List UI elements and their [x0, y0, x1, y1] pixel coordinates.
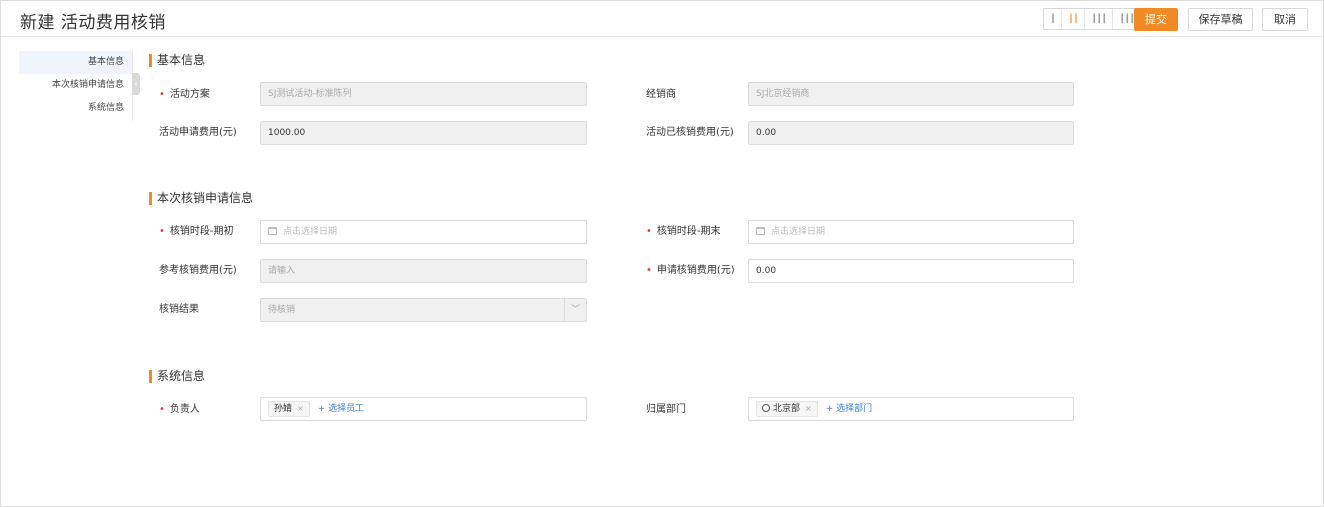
submit-button[interactable]: 提交 [1134, 8, 1178, 31]
column-layout-switch: | || ||| |||| [1043, 8, 1147, 30]
dealer-label: 经销商 [646, 89, 676, 100]
section-nav: 基本信息 本次核销申请信息 系统信息 [19, 51, 133, 121]
period-start-date-picker[interactable]: 点击选择日期 [260, 220, 587, 244]
period-end-date-picker[interactable]: 点击选择日期 [748, 220, 1074, 244]
section-title-current: 本次核销申请信息 [149, 191, 253, 205]
period-start-label: • 核销时段-期初 [159, 226, 234, 237]
department-icon [762, 404, 770, 412]
section-nav-item-basic[interactable]: 基本信息 [19, 51, 132, 74]
chevron-down-icon: ﹀ [564, 299, 586, 321]
section-title-basic: 基本信息 [149, 53, 205, 67]
result-label: 核销结果 [159, 304, 199, 315]
apply-fee-label: 活动申请费用(元) [159, 127, 237, 138]
dept-label: 归属部门 [646, 404, 686, 415]
activity-plan-field: SJ测试活动-标准陈列 [260, 82, 587, 106]
dept-tag: 北京部 × [756, 401, 818, 417]
form-page: 新建 活动费用核销 | || ||| |||| 提交 保存草稿 取消 基本信息 … [0, 0, 1324, 507]
request-fee-label: • 申请核销费用(元) [646, 265, 735, 276]
layout-1-column-option[interactable]: | [1044, 9, 1063, 29]
ref-fee-field: 请输入 [260, 259, 587, 283]
section-nav-item-system[interactable]: 系统信息 [19, 97, 132, 120]
apply-fee-field: 1000.00 [260, 121, 587, 145]
dealer-field: SJ北京经销商 [748, 82, 1074, 106]
activity-plan-label: • 活动方案 [159, 89, 210, 100]
required-mark-icon: • [159, 404, 165, 415]
period-end-label: • 核销时段-期末 [646, 226, 721, 237]
layout-3-column-option[interactable]: ||| [1085, 9, 1114, 29]
request-fee-input[interactable]: 0.00 [748, 259, 1074, 283]
select-employee-link[interactable]: + 选择员工 [318, 398, 364, 420]
dept-picker: 北京部 × + 选择部门 [748, 397, 1074, 421]
owner-picker: 孙婧 × + 选择员工 [260, 397, 587, 421]
section-nav-item-current[interactable]: 本次核销申请信息 [19, 74, 132, 97]
select-department-link[interactable]: + 选择部门 [826, 398, 872, 420]
section-title-system: 系统信息 [149, 369, 205, 383]
page-title: 新建 活动费用核销 [20, 13, 166, 33]
save-draft-button[interactable]: 保存草稿 [1188, 8, 1253, 31]
layout-2-column-option[interactable]: || [1062, 9, 1086, 29]
cancel-button[interactable]: 取消 [1262, 8, 1308, 31]
required-mark-icon: • [159, 226, 165, 237]
required-mark-icon: • [159, 89, 165, 100]
result-select: 待核销 ﹀ [260, 298, 587, 322]
page-header: 新建 活动费用核销 | || ||| |||| 提交 保存草稿 取消 [1, 1, 1323, 37]
owner-label: • 负责人 [159, 404, 200, 415]
required-mark-icon: • [646, 265, 652, 276]
written-off-fee-field: 0.00 [748, 121, 1074, 145]
written-off-fee-label: 活动已核销费用(元) [646, 127, 734, 138]
owner-tag: 孙婧 × [268, 401, 310, 417]
ref-fee-label: 参考核销费用(元) [159, 265, 237, 276]
required-mark-icon: • [646, 226, 652, 237]
calendar-icon [756, 227, 765, 235]
calendar-icon [268, 227, 277, 235]
remove-tag-icon[interactable]: × [805, 404, 812, 413]
remove-tag-icon[interactable]: × [297, 404, 304, 413]
nav-collapse-icon[interactable]: ‹ [132, 73, 140, 95]
